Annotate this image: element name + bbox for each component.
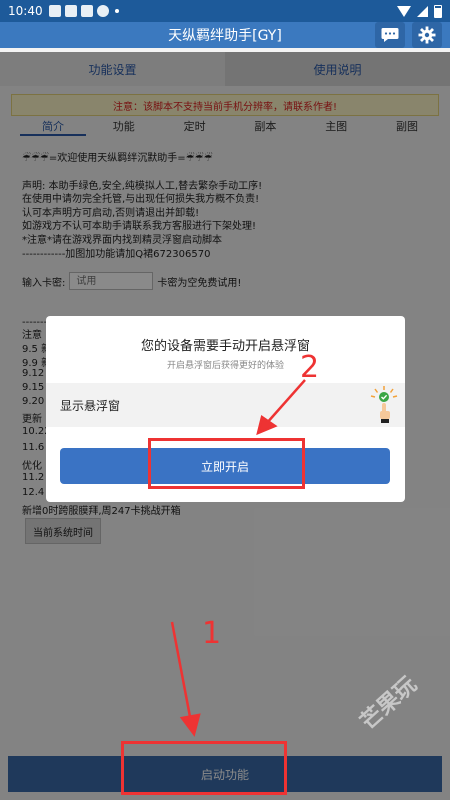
- step-number-2: 2: [300, 350, 320, 385]
- arrow-step2-line: [265, 379, 306, 425]
- arrow-step1-line: [170, 621, 193, 723]
- annotation-arrows: [170, 379, 306, 737]
- step-number-1: 1: [202, 616, 222, 651]
- arrow-step2-head: [256, 414, 278, 436]
- arrow-step1-head: [179, 713, 201, 737]
